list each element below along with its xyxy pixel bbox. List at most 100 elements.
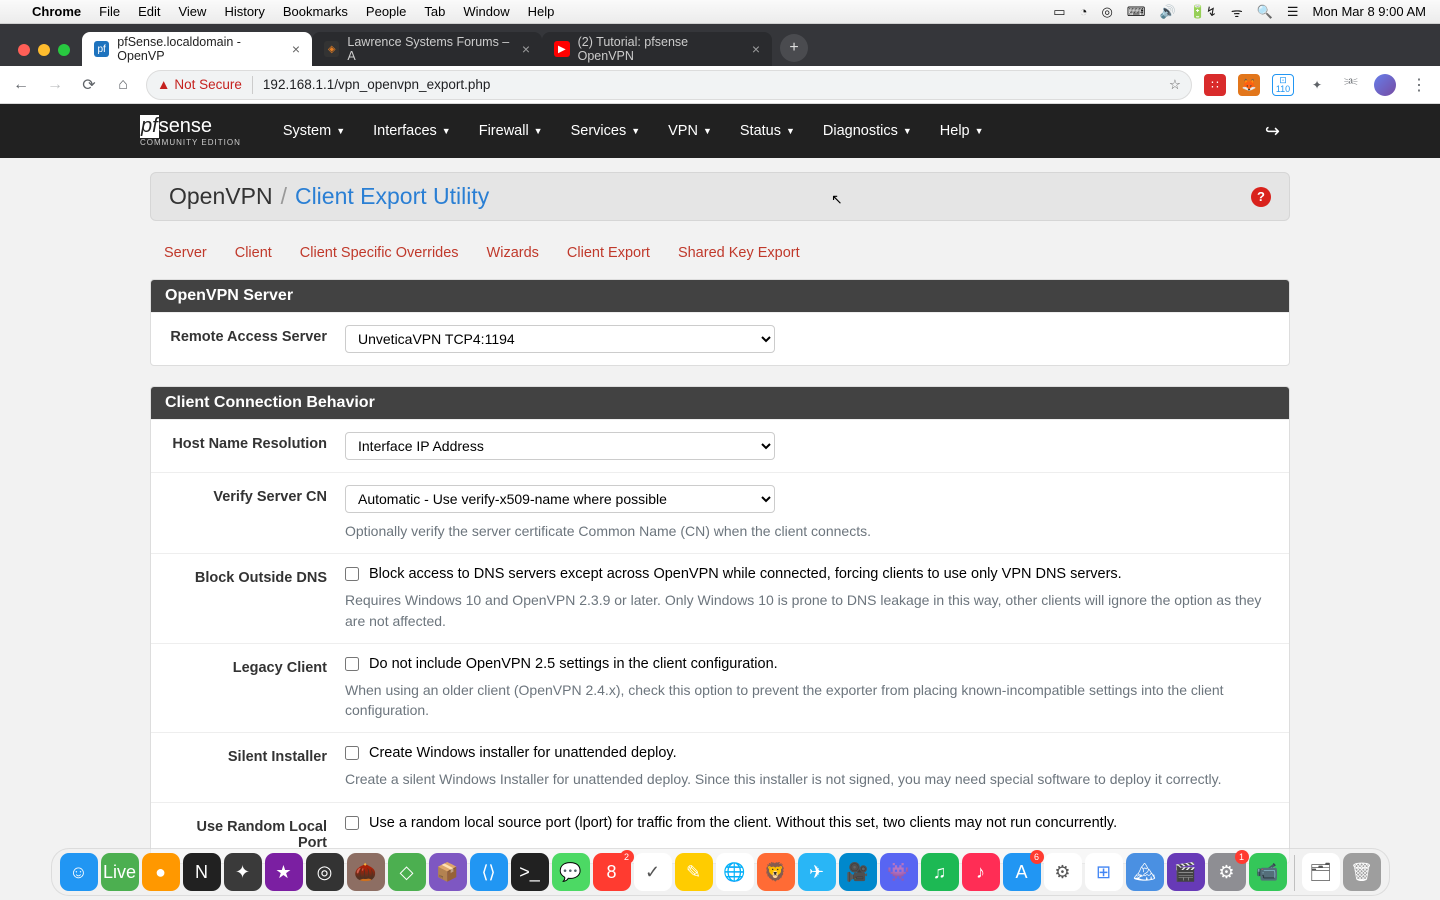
nav-firewall[interactable]: Firewall▼ <box>465 123 557 139</box>
dock-app[interactable]: 🦁 <box>757 853 795 891</box>
random-local-port-checkbox[interactable] <box>345 816 359 830</box>
dock-app[interactable]: ⚙ <box>1044 853 1082 891</box>
dock-app[interactable]: ♫ <box>921 853 959 891</box>
nav-diagnostics[interactable]: Diagnostics▼ <box>809 123 926 139</box>
nav-help[interactable]: Help▼ <box>926 123 998 139</box>
dock-app[interactable]: 🗑 <box>1343 853 1381 891</box>
dock-app[interactable]: 👾 <box>880 853 918 891</box>
dock-app[interactable]: ⚙1 <box>1208 853 1246 891</box>
control-center-icon[interactable]: ☰ <box>1287 4 1299 20</box>
help-icon[interactable]: ? <box>1251 187 1271 207</box>
clock[interactable]: Mon Mar 8 9:00 AM <box>1313 4 1426 19</box>
dock-app[interactable]: ⟨⟩ <box>470 853 508 891</box>
status-icon[interactable]: ◎ <box>1101 4 1112 20</box>
block-outside-dns-checkbox[interactable] <box>345 567 359 581</box>
remote-access-server-select[interactable]: UnveticaVPN TCP4:1194 <box>345 325 775 353</box>
volume-icon[interactable]: 🔊 <box>1160 4 1176 20</box>
address-bar[interactable]: ▲ Not Secure 192.168.1.1/vpn_openvpn_exp… <box>146 70 1192 100</box>
menu-bookmarks[interactable]: Bookmarks <box>283 4 348 19</box>
wifi-icon[interactable]: ᯤ <box>1231 3 1243 21</box>
nav-interfaces[interactable]: Interfaces▼ <box>359 123 465 139</box>
legacy-client-checkbox[interactable] <box>345 657 359 671</box>
close-tab-icon[interactable]: × <box>522 41 530 57</box>
menu-tab[interactable]: Tab <box>424 4 445 19</box>
close-tab-icon[interactable]: × <box>752 41 760 57</box>
menu-window[interactable]: Window <box>463 4 509 19</box>
not-secure-badge[interactable]: ▲ Not Secure <box>147 77 252 92</box>
menu-help[interactable]: Help <box>528 4 555 19</box>
logout-icon[interactable]: ↪ <box>1265 121 1280 142</box>
metamask-extension-icon[interactable]: 🦊 <box>1238 74 1260 96</box>
dock-app[interactable]: 💬 <box>552 853 590 891</box>
dock-app[interactable]: ✦ <box>224 853 262 891</box>
tab-client-overrides[interactable]: Client Specific Overrides <box>300 245 459 261</box>
back-button[interactable]: ← <box>10 76 32 94</box>
menu-history[interactable]: History <box>224 4 264 19</box>
dock-app[interactable]: Live <box>101 853 139 891</box>
menu-edit[interactable]: Edit <box>138 4 160 19</box>
bookmark-star-icon[interactable]: ☆ <box>1159 77 1191 93</box>
reload-button[interactable]: ⟳ <box>78 75 100 95</box>
nav-system[interactable]: System▼ <box>269 123 359 139</box>
dock-app[interactable]: ⊞ <box>1085 853 1123 891</box>
crumb-root[interactable]: OpenVPN <box>169 183 273 210</box>
browser-tab[interactable]: ▶ (2) Tutorial: pfsense OpenVPN × <box>542 32 772 66</box>
silent-installer-checkbox[interactable] <box>345 746 359 760</box>
tab-wizards[interactable]: Wizards <box>487 245 539 261</box>
dock-app[interactable]: 🌐 <box>716 853 754 891</box>
dock-app[interactable]: 🌰 <box>347 853 385 891</box>
dock-app[interactable]: 🎬 <box>1167 853 1205 891</box>
nav-services[interactable]: Services▼ <box>557 123 655 139</box>
maximize-window-button[interactable] <box>58 44 70 56</box>
host-name-resolution-select[interactable]: Interface IP Address <box>345 432 775 460</box>
dock-app[interactable]: ✎ <box>675 853 713 891</box>
dock-app[interactable]: >_ <box>511 853 549 891</box>
close-tab-icon[interactable]: × <box>292 41 300 57</box>
nav-status[interactable]: Status▼ <box>726 123 809 139</box>
status-icon[interactable]: ▭ <box>1053 4 1065 20</box>
dock-app[interactable]: 🎥 <box>839 853 877 891</box>
dock-app[interactable]: N <box>183 853 221 891</box>
minimize-window-button[interactable] <box>38 44 50 56</box>
reading-list-icon[interactable]: ⎃ <box>1340 74 1362 96</box>
menu-people[interactable]: People <box>366 4 406 19</box>
dock-app[interactable]: ● <box>142 853 180 891</box>
pfsense-logo[interactable]: pfsense COMMUNITY EDITION <box>140 115 241 147</box>
dock-app[interactable]: 🗂 <box>1302 853 1340 891</box>
extensions-menu-icon[interactable]: ✦ <box>1306 74 1328 96</box>
menu-file[interactable]: File <box>99 4 120 19</box>
extension-icon[interactable]: ∷ <box>1204 74 1226 96</box>
dock-app[interactable]: 🏔 <box>1126 853 1164 891</box>
extension-icon[interactable]: ⊡110 <box>1272 74 1294 96</box>
status-icon[interactable]: ◔ <box>1080 4 1088 19</box>
verify-server-cn-select[interactable]: Automatic - Use verify-x509-name where p… <box>345 485 775 513</box>
home-button[interactable]: ⌂ <box>112 76 134 94</box>
profile-avatar-icon[interactable] <box>1374 74 1396 96</box>
tab-shared-key-export[interactable]: Shared Key Export <box>678 245 800 261</box>
status-icon[interactable]: ⌨ <box>1127 4 1146 20</box>
app-name[interactable]: Chrome <box>32 4 81 19</box>
search-icon[interactable]: 🔍 <box>1257 4 1273 20</box>
new-tab-button[interactable]: + <box>780 34 808 62</box>
dock-app[interactable]: A6 <box>1003 853 1041 891</box>
tab-server[interactable]: Server <box>164 245 207 261</box>
dock-app[interactable]: 📦 <box>429 853 467 891</box>
dock-app[interactable]: ✈ <box>798 853 836 891</box>
dock-app[interactable]: ★ <box>265 853 303 891</box>
chrome-menu-icon[interactable]: ⋮ <box>1408 74 1430 96</box>
dock-app[interactable]: 82 <box>593 853 631 891</box>
browser-tab-active[interactable]: pf pfSense.localdomain - OpenVP × <box>82 32 312 66</box>
close-window-button[interactable] <box>18 44 30 56</box>
dock-app[interactable]: ◎ <box>306 853 344 891</box>
tab-client-export[interactable]: Client Export <box>567 245 650 261</box>
nav-vpn[interactable]: VPN▼ <box>654 123 726 139</box>
tab-client[interactable]: Client <box>235 245 272 261</box>
dock-app[interactable]: ♪ <box>962 853 1000 891</box>
menu-view[interactable]: View <box>178 4 206 19</box>
dock-app[interactable]: ☺ <box>60 853 98 891</box>
battery-icon[interactable]: 🔋↯ <box>1190 4 1217 20</box>
dock-app[interactable]: 📹 <box>1249 853 1287 891</box>
crumb-current[interactable]: Client Export Utility <box>295 183 489 210</box>
browser-tab[interactable]: ◈ Lawrence Systems Forums – A × <box>312 32 542 66</box>
dock-app[interactable]: ◇ <box>388 853 426 891</box>
